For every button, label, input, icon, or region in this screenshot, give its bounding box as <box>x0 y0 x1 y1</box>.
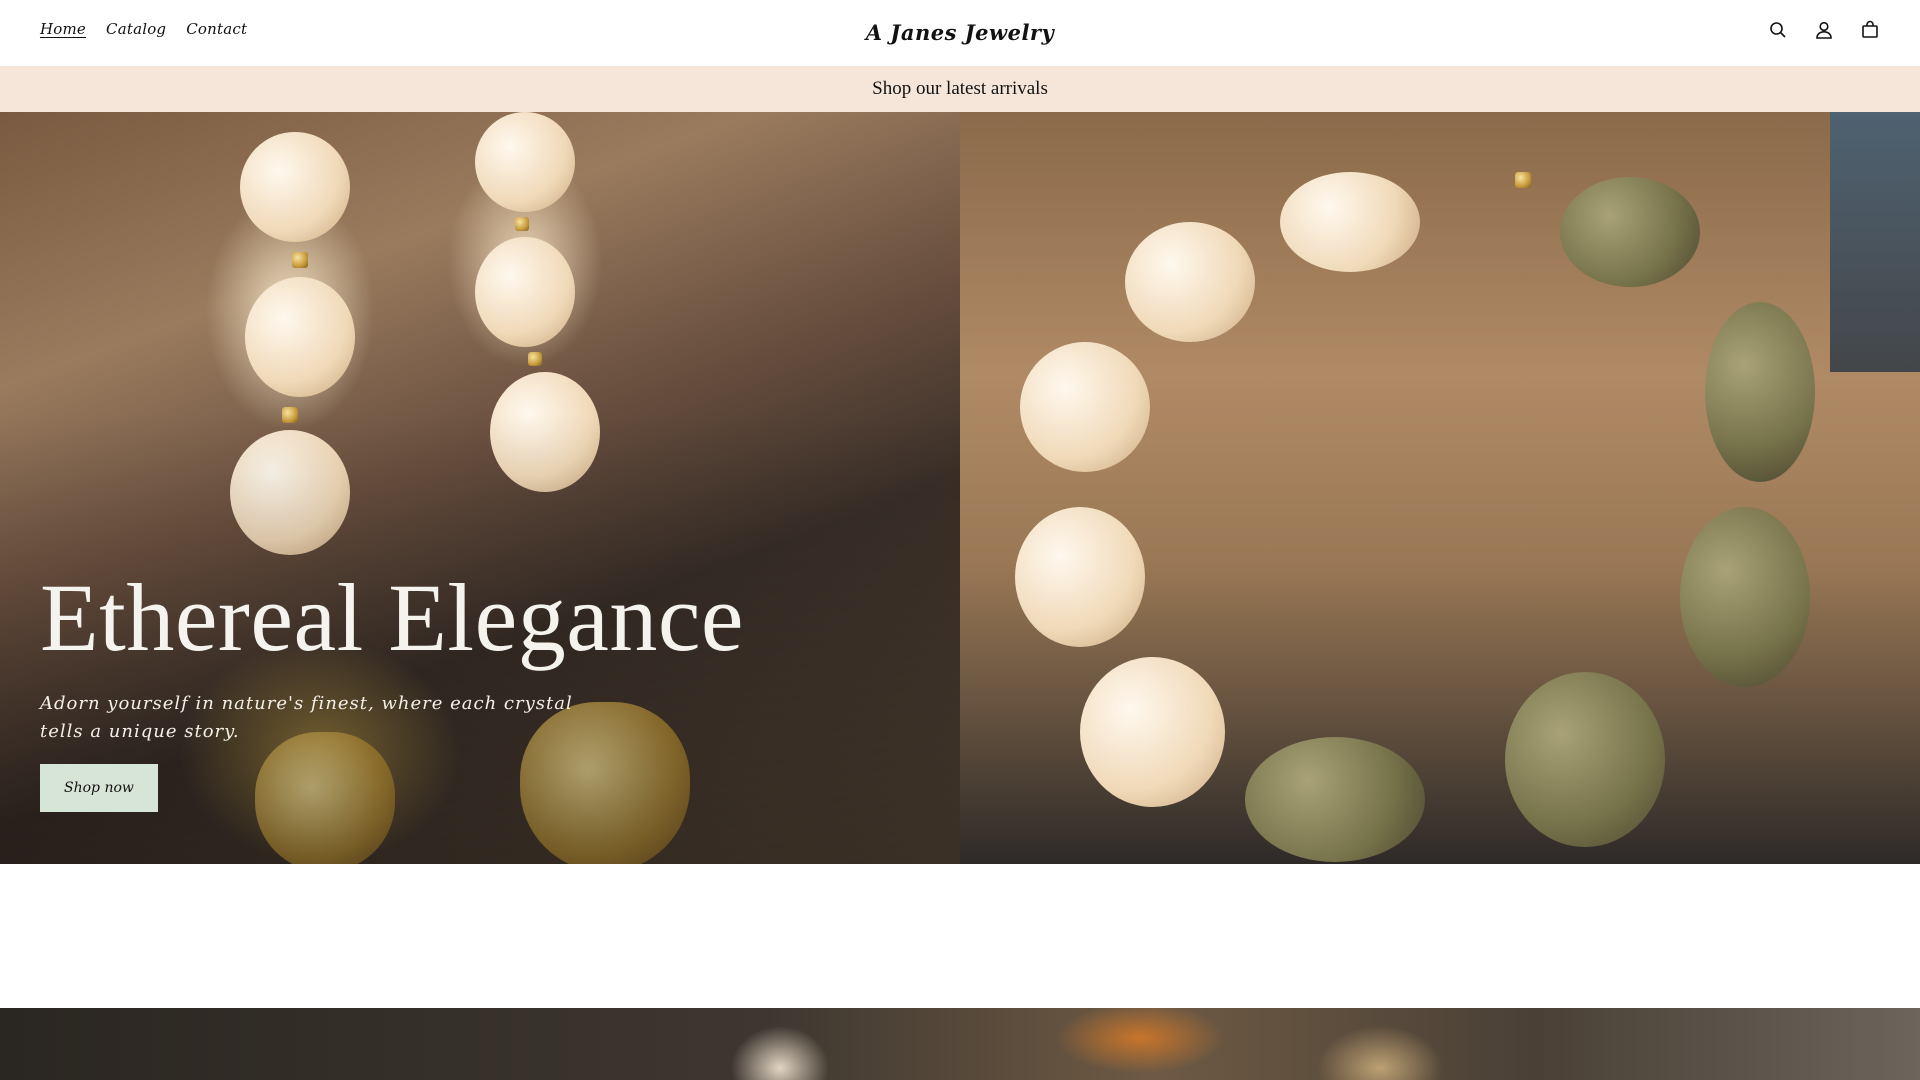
hero-banner: Ethereal Elegance Adorn yourself in natu… <box>0 112 1920 864</box>
gold-clasp <box>1515 172 1531 188</box>
pearl-bead <box>1280 172 1420 272</box>
labradorite-bead <box>1680 507 1810 687</box>
hero-image-right <box>960 112 1920 864</box>
pearl-bead <box>1020 342 1150 472</box>
announcement-text[interactable]: Shop our latest arrivals <box>872 78 1048 100</box>
announcement-bar[interactable]: Shop our latest arrivals <box>0 66 1920 112</box>
cart-icon[interactable] <box>1860 20 1880 40</box>
pearl-bead <box>1015 507 1145 647</box>
pearl-bead <box>1080 657 1225 807</box>
hero-content: Ethereal Elegance Adorn yourself in natu… <box>40 570 940 812</box>
labradorite-bead <box>1560 177 1700 287</box>
labradorite-bead <box>1505 672 1665 847</box>
account-icon[interactable] <box>1814 20 1834 40</box>
labradorite-bead <box>1245 737 1425 862</box>
site-header: Home Catalog Contact A Janes Jewelry <box>0 0 1920 66</box>
hero-subtitle: Adorn yourself in nature's finest, where… <box>40 693 573 742</box>
pearl-bead <box>1125 222 1255 342</box>
next-section-image <box>0 1008 1920 1080</box>
header-icons <box>1768 20 1880 40</box>
search-icon[interactable] <box>1768 20 1788 40</box>
store-logo[interactable]: A Janes Jewelry <box>0 20 1920 45</box>
labradorite-bead <box>1705 302 1815 482</box>
shop-now-button[interactable]: Shop now <box>40 764 158 812</box>
hero-title: Ethereal Elegance <box>40 564 745 671</box>
